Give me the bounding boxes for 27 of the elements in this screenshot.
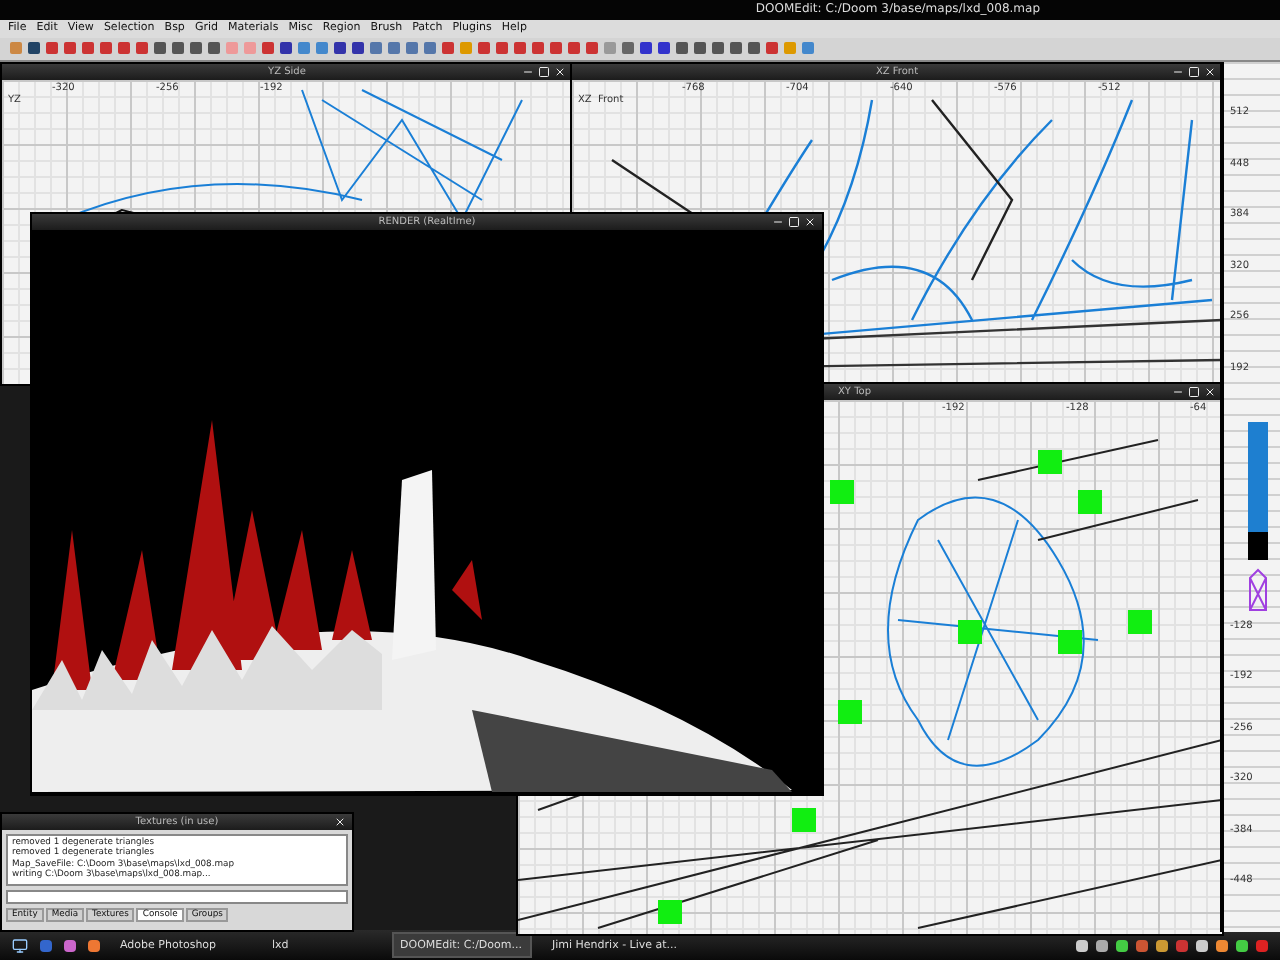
- minimize-button[interactable]: [772, 215, 784, 228]
- console-input[interactable]: [6, 889, 348, 904]
- entity-marker-icon[interactable]: [1058, 629, 1082, 654]
- minimize-button[interactable]: [522, 65, 534, 78]
- entity-marker-icon[interactable]: [1078, 489, 1102, 514]
- height-bar: [1248, 421, 1268, 532]
- entity-marker-icon[interactable]: [1038, 449, 1062, 474]
- entity-marker-icon[interactable]: [658, 899, 682, 924]
- camera-icon: [1248, 567, 1268, 612]
- close-button[interactable]: [1204, 385, 1216, 398]
- entity-marker-icon[interactable]: [838, 699, 862, 724]
- entity-marker-icon[interactable]: [830, 479, 854, 504]
- maximize-button[interactable]: [1188, 385, 1200, 398]
- start-icon[interactable]: [12, 937, 28, 954]
- height-floor: [1248, 531, 1268, 560]
- entity-marker-icon[interactable]: [792, 807, 816, 832]
- maximize-button[interactable]: [538, 65, 550, 78]
- close-button[interactable]: [804, 215, 816, 228]
- close-button[interactable]: [334, 815, 346, 828]
- entity-marker-icon[interactable]: [958, 619, 982, 644]
- minimize-button[interactable]: [1172, 385, 1184, 398]
- minimize-button[interactable]: [1172, 65, 1184, 78]
- maximize-button[interactable]: [1188, 65, 1200, 78]
- entity-marker-icon[interactable]: [1128, 609, 1152, 634]
- close-button[interactable]: [1204, 65, 1216, 78]
- maximize-button[interactable]: [788, 215, 800, 228]
- close-button[interactable]: [554, 65, 566, 78]
